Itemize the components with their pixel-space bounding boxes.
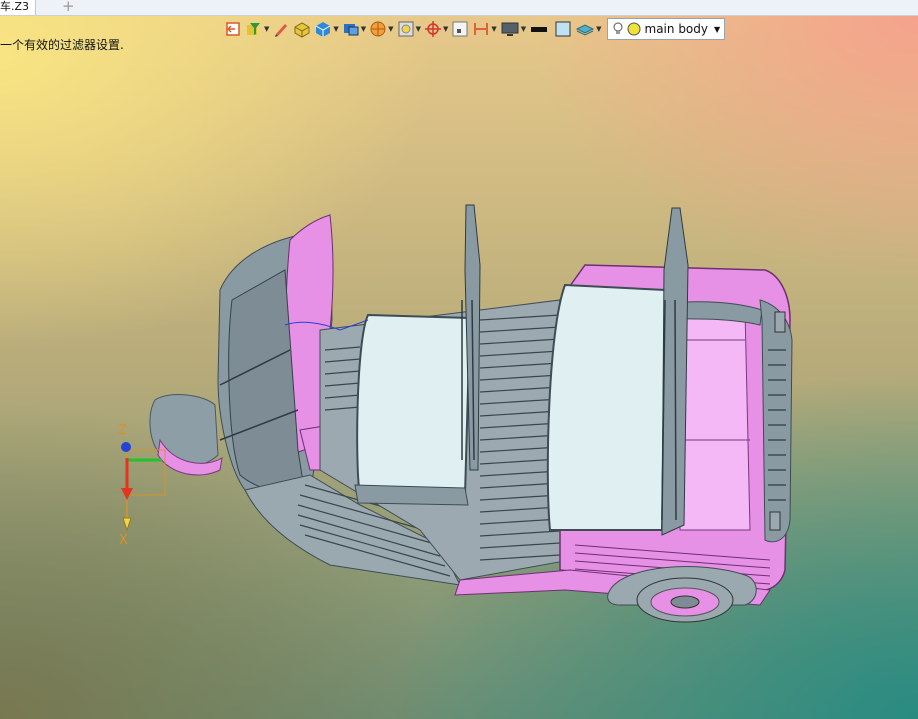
cargo-inner-floor xyxy=(679,304,751,531)
rear-wheel-hub xyxy=(670,595,700,609)
tail-light-bottom xyxy=(769,511,781,531)
document-tab-bar: 车.Z3 + xyxy=(0,0,918,16)
front-bench-base xyxy=(354,484,469,506)
axis-z-label: Z xyxy=(118,423,127,438)
front-bench-seat xyxy=(356,313,472,496)
new-tab-button[interactable]: + xyxy=(62,0,75,14)
tail-light-top xyxy=(774,311,786,333)
document-tab-title: 车.Z3 xyxy=(0,0,30,13)
document-tab[interactable]: 车.Z3 xyxy=(0,0,37,15)
tailgate xyxy=(759,299,793,543)
model-scene[interactable]: Z X xyxy=(0,15,918,719)
rear-bench-seat xyxy=(546,283,667,531)
tricycle-model[interactable] xyxy=(149,204,793,623)
axis-x-label: X xyxy=(119,533,128,548)
axis-origin-dot xyxy=(121,442,131,452)
axis-z-arrowhead xyxy=(121,488,133,500)
axis-x-arrowhead xyxy=(122,517,132,532)
